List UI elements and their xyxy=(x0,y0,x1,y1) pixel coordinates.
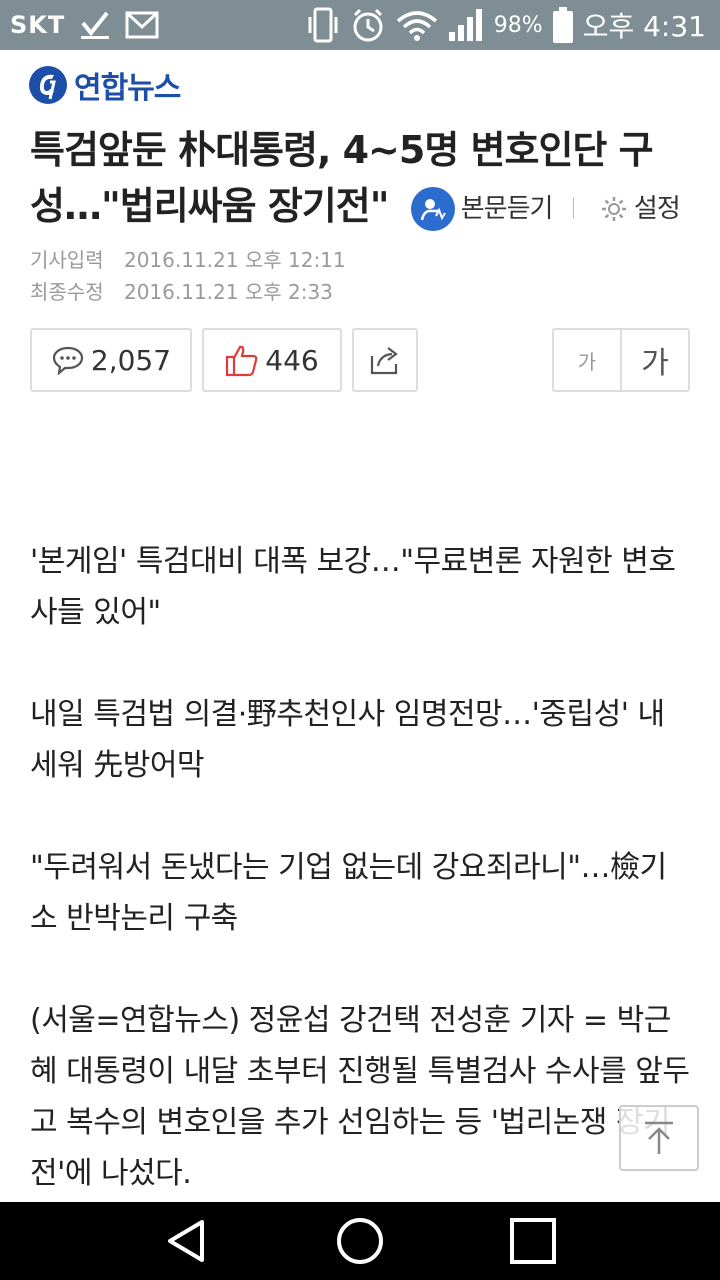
article-actions: 2,057 446 가 가 xyxy=(30,328,690,392)
alarm-icon xyxy=(350,7,386,43)
logo-text: 연합뉴스 xyxy=(74,71,181,106)
published-time: 2016.11.21 오후 12:11 xyxy=(123,248,346,272)
battery-icon xyxy=(552,7,573,43)
article-title-block: 특검앞둔 朴대통령, 4~5명 변호인단 구성…"법리싸움 장기전" 본문듣기 … xyxy=(30,122,700,237)
published-label: 기사입력 xyxy=(30,248,104,272)
article-body: '본게임' 특검대비 대폭 보강…"무료변론 자원한 변호사들 있어" 내일 특… xyxy=(30,536,690,1250)
settings-button[interactable]: 설정 xyxy=(600,181,681,237)
yonhap-logo-icon xyxy=(29,66,67,104)
published-row: 기사입력 2016.11.21 오후 12:11 xyxy=(30,244,346,276)
back-icon xyxy=(167,1220,204,1262)
subheadline-3: "두려워서 돈냈다는 기업 없는데 강요죄라니"…檢기소 반박논리 구축 xyxy=(30,850,667,936)
article-meta: 기사입력 2016.11.21 오후 12:11 최종수정 2016.11.21… xyxy=(30,244,346,308)
carrier-label: SKT xyxy=(10,11,66,39)
comment-icon xyxy=(52,346,84,375)
article-title: 특검앞둔 朴대통령, 4~5명 변호인단 구성…"법리싸움 장기전" xyxy=(30,128,654,228)
modified-time: 2016.11.21 오후 2:33 xyxy=(123,280,333,304)
like-button[interactable]: 446 xyxy=(202,328,342,392)
share-icon xyxy=(370,347,398,375)
status-bar: SKT 98% 오후 4:31 xyxy=(0,0,720,50)
scroll-top-button[interactable] xyxy=(619,1105,699,1171)
home-icon xyxy=(336,1218,383,1264)
subheadline-1: '본게임' 특검대비 대폭 보강…"무료변론 자원한 변호사들 있어" xyxy=(30,544,676,630)
comment-button[interactable]: 2,057 xyxy=(30,328,192,392)
site-header[interactable]: 연합뉴스 xyxy=(28,62,181,108)
share-button[interactable] xyxy=(352,328,418,392)
clock: 오후 4:31 xyxy=(582,10,706,43)
listen-label: 본문듣기 xyxy=(460,193,554,224)
check-icon xyxy=(79,9,111,41)
battery-percent: 98% xyxy=(493,12,543,38)
font-decrease-button[interactable]: 가 xyxy=(554,330,622,390)
home-button[interactable] xyxy=(320,1211,400,1271)
back-button[interactable] xyxy=(147,1211,227,1271)
speaker-icon xyxy=(410,186,455,231)
wifi-icon xyxy=(396,9,438,41)
listen-button[interactable]: 본문듣기 xyxy=(410,181,554,237)
like-count: 446 xyxy=(265,343,319,377)
title-divider xyxy=(572,197,574,219)
font-size-control: 가 가 xyxy=(552,328,690,392)
vibrate-icon xyxy=(306,7,340,43)
scroll-top-icon xyxy=(645,1121,673,1154)
thumbs-up-icon xyxy=(226,345,258,377)
article-paragraph: (서울=연합뉴스) 정윤섭 강건택 전성훈 기자 = 박근혜 대통령이 내달 초… xyxy=(30,1003,690,1191)
recents-button[interactable] xyxy=(493,1211,573,1271)
modified-label: 최종수정 xyxy=(30,280,104,304)
modified-row: 최종수정 2016.11.21 오후 2:33 xyxy=(30,276,346,308)
gear-icon xyxy=(601,196,626,221)
signal-icon xyxy=(448,8,484,42)
settings-label: 설정 xyxy=(633,193,681,224)
subheadline-2: 내일 특검법 의결·野추천인사 임명전망…'중립성' 내세워 先방어막 xyxy=(30,697,665,783)
recents-icon xyxy=(510,1218,557,1264)
navigation-bar xyxy=(0,1202,720,1280)
font-increase-button[interactable]: 가 xyxy=(622,330,688,390)
comment-count: 2,057 xyxy=(90,343,172,377)
mail-icon xyxy=(125,11,159,39)
